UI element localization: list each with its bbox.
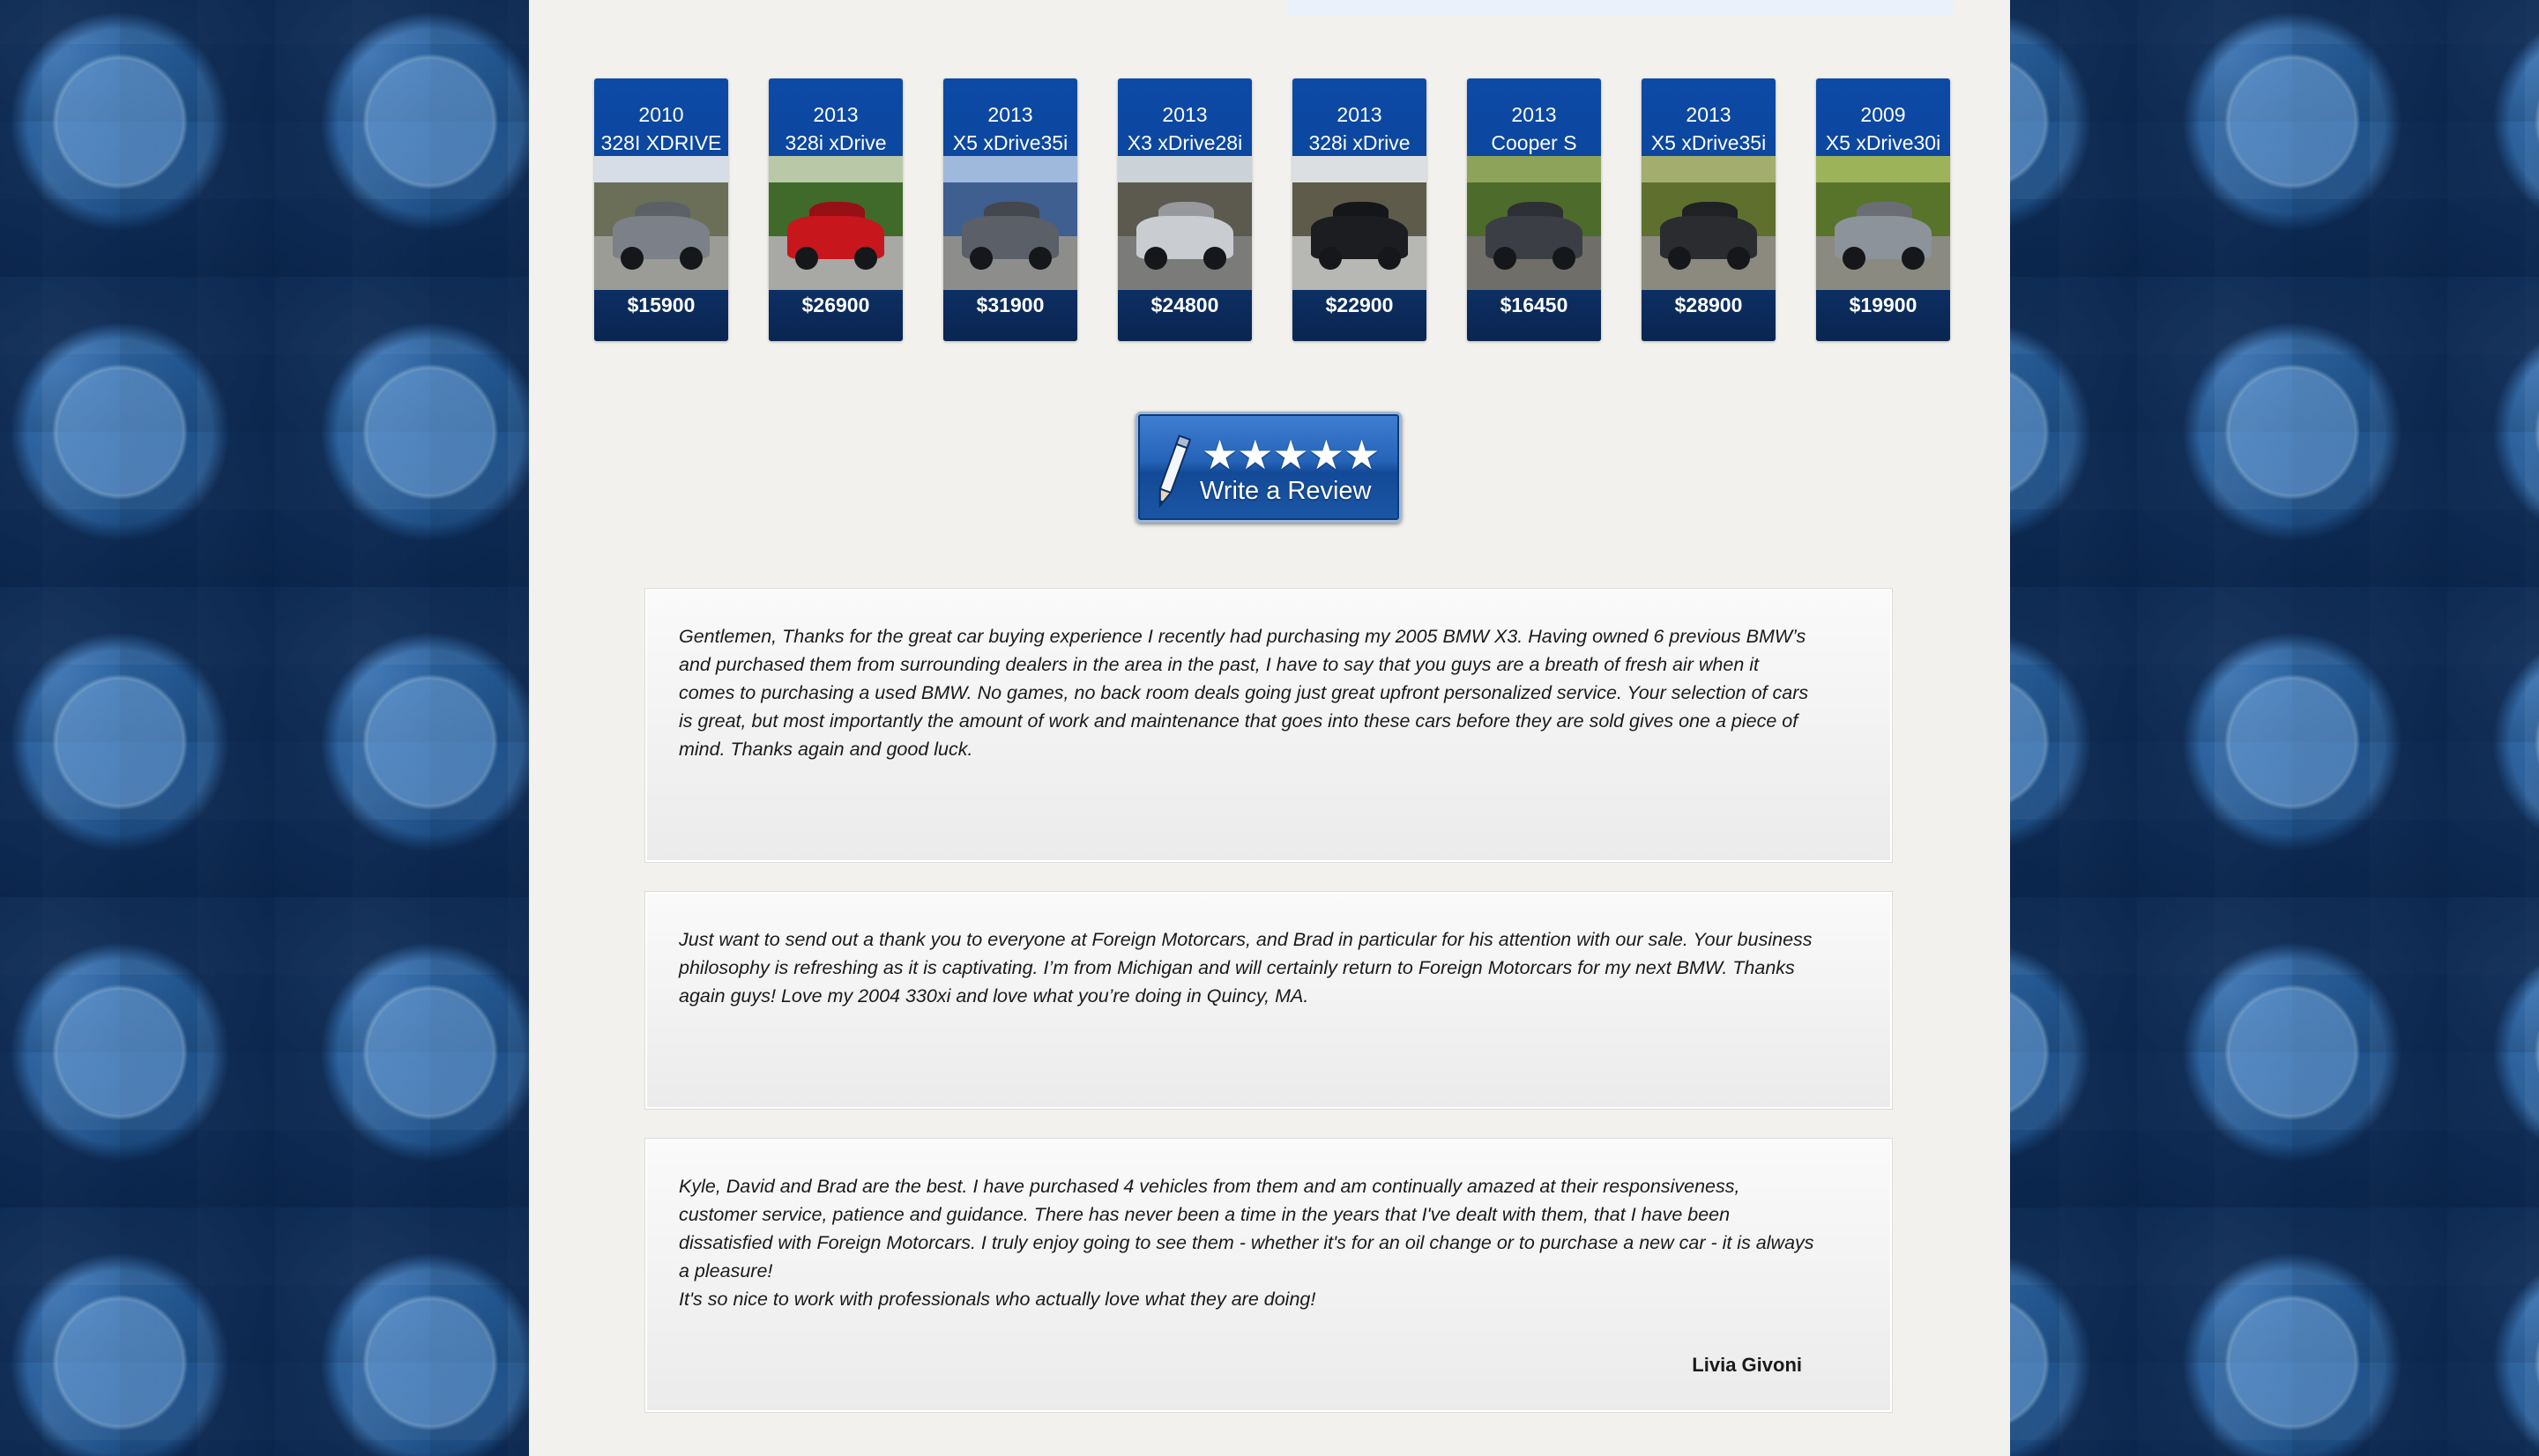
car-year: 2013	[1337, 103, 1382, 126]
car-year: 2013	[1686, 103, 1731, 126]
inventory-card[interactable]: 2013 328i xDrive $26900	[769, 78, 903, 341]
car-year: 2013	[987, 103, 1033, 126]
car-photo[interactable]	[1118, 156, 1252, 290]
car-title: 2013 328i xDrive	[769, 78, 903, 156]
car-title: 2009 X5 xDrive30i	[1816, 78, 1950, 156]
testimonial-text: Gentlemen, Thanks for the great car buyi…	[679, 626, 1809, 760]
car-year: 2013	[1511, 103, 1557, 126]
inventory-strip: 2010 328I XDRIVE $15900 2013 328i xDrive $269…	[594, 78, 1950, 341]
car-model: X5 xDrive35i	[952, 131, 1068, 154]
inventory-card[interactable]: 2009 X5 xDrive30i $19900	[1816, 78, 1950, 341]
testimonial-text: Just want to send out a thank you to eve…	[679, 929, 1813, 1007]
car-year: 2013	[1162, 103, 1208, 126]
testimonial-card: Just want to send out a thank you to eve…	[645, 892, 1892, 1109]
inventory-card[interactable]: 2013 X5 xDrive35i $28900	[1642, 78, 1776, 341]
car-price: $15900	[594, 290, 728, 341]
car-title: 2013 X5 xDrive35i	[1642, 78, 1776, 156]
car-year: 2009	[1860, 103, 1906, 126]
car-year: 2010	[638, 103, 684, 126]
car-photo[interactable]	[1467, 156, 1601, 290]
car-title: 2010 328I XDRIVE	[594, 78, 728, 156]
testimonial-text: Kyle, David and Brad are the best. I hav…	[679, 1176, 1814, 1310]
car-model: X5 xDrive35i	[1650, 131, 1767, 154]
car-photo[interactable]	[1816, 156, 1950, 290]
inventory-card[interactable]: 2013 Cooper S $16450	[1467, 78, 1601, 341]
car-year: 2013	[813, 103, 859, 126]
car-model: 328I XDRIVE	[600, 131, 722, 154]
car-title: 2013 X5 xDrive35i	[943, 78, 1077, 156]
inventory-card[interactable]: 2013 X5 xDrive35i $31900	[943, 78, 1077, 341]
car-model: Cooper S	[1491, 131, 1577, 154]
car-title: 2013 X3 xDrive28i	[1118, 78, 1252, 156]
write-review-button[interactable]: ★★★★★ Write a Review	[1135, 412, 1402, 523]
write-review-label: Write a Review	[1200, 477, 1372, 505]
rating-stars-icon: ★★★★★	[1202, 432, 1380, 478]
car-price: $16450	[1467, 290, 1601, 341]
testimonial-card: Gentlemen, Thanks for the great car buyi…	[645, 589, 1892, 862]
inventory-card[interactable]: 2010 328I XDRIVE $15900	[594, 78, 728, 341]
car-price: $22900	[1292, 290, 1426, 341]
car-model: X5 xDrive30i	[1825, 131, 1941, 154]
car-model: X3 xDrive28i	[1127, 131, 1243, 154]
testimonial-author: Livia Givoni	[1692, 1354, 1802, 1376]
car-price: $19900	[1816, 290, 1950, 341]
car-photo[interactable]	[769, 156, 903, 290]
car-price: $24800	[1118, 290, 1252, 341]
car-title: 2013 328i xDrive	[1292, 78, 1426, 156]
car-model: 328i xDrive	[785, 131, 887, 154]
top-panel	[1287, 0, 1954, 16]
car-price: $31900	[943, 290, 1077, 341]
inventory-card[interactable]: 2013 328i xDrive $22900	[1292, 78, 1426, 341]
car-photo[interactable]	[1292, 156, 1426, 290]
car-price: $28900	[1642, 290, 1776, 341]
car-price: $26900	[769, 290, 903, 341]
inventory-card[interactable]: 2013 X3 xDrive28i $24800	[1118, 78, 1252, 341]
testimonial-card: Kyle, David and Brad are the best. I hav…	[645, 1139, 1892, 1412]
car-photo[interactable]	[594, 156, 728, 290]
car-photo[interactable]	[943, 156, 1077, 290]
car-title: 2013 Cooper S	[1467, 78, 1601, 156]
content-column: 2010 328I XDRIVE $15900 2013 328i xDrive $269…	[529, 0, 2010, 1456]
car-model: 328i xDrive	[1308, 131, 1411, 154]
pencil-icon	[1158, 435, 1191, 509]
car-photo[interactable]	[1642, 156, 1776, 290]
